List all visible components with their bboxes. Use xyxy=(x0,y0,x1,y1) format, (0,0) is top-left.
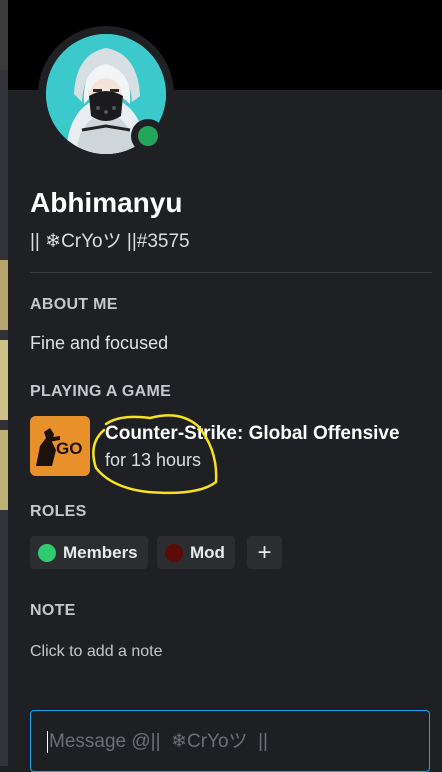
user-tag: || ❄CrYoツ ||#3575 xyxy=(30,231,190,252)
about-me-text: Fine and focused xyxy=(30,333,169,353)
playing-game-heading: PLAYING A GAME xyxy=(30,383,172,400)
background-thumbnail xyxy=(0,430,8,510)
game-name: Counter-Strike: Global Offensive xyxy=(105,423,400,444)
role-label: Mod xyxy=(190,542,225,562)
game-playtime: for 13 hours xyxy=(105,450,202,470)
background-thumbnail xyxy=(0,340,8,420)
game-icon: GO xyxy=(30,416,90,476)
divider xyxy=(30,272,432,273)
text-caret xyxy=(47,731,48,753)
online-status-dot xyxy=(138,126,158,146)
role-mod[interactable]: Mod xyxy=(157,536,235,569)
csgo-logo-icon: GO xyxy=(30,416,90,476)
online-status-indicator xyxy=(131,119,165,153)
note-input[interactable]: Click to add a note xyxy=(30,643,163,661)
message-input[interactable] xyxy=(47,723,411,761)
roles-heading: ROLES xyxy=(30,503,87,520)
avatar[interactable] xyxy=(38,26,174,162)
direct-message-box[interactable] xyxy=(30,710,430,772)
role-members[interactable]: Members xyxy=(30,536,148,569)
add-role-button[interactable]: + xyxy=(247,536,282,569)
game-icon-label: GO xyxy=(56,439,82,458)
role-label: Members xyxy=(63,542,138,562)
background-thumbnail xyxy=(0,0,8,70)
about-me-heading: ABOUT ME xyxy=(30,296,118,313)
display-name: Abhimanyu xyxy=(30,187,183,218)
note-heading: NOTE xyxy=(30,602,76,619)
user-profile-popout: Abhimanyu || ❄CrYoツ ||#3575 ABOUT ME Fin… xyxy=(8,0,442,772)
role-color-dot xyxy=(38,543,56,562)
background-app-edge xyxy=(0,0,8,766)
background-thumbnail xyxy=(0,260,8,330)
role-color-dot xyxy=(165,543,183,562)
